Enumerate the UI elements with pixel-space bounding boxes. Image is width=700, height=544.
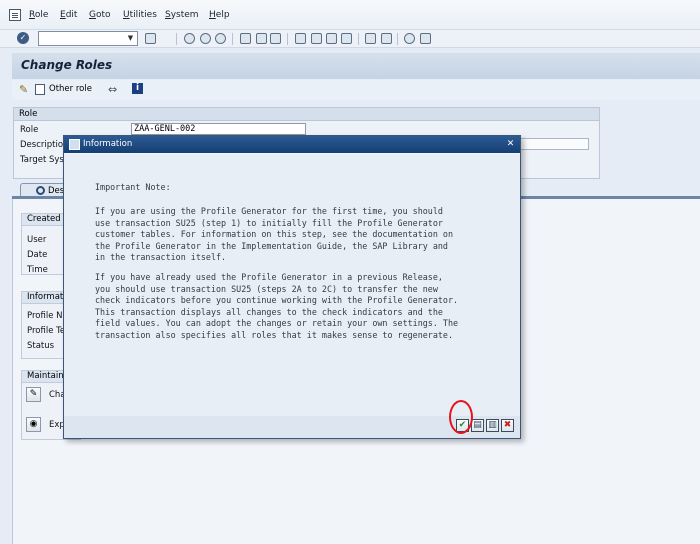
- cancel-button[interactable]: ✖: [501, 419, 514, 432]
- toolbar-divider: [232, 33, 233, 45]
- toolbar-divider: [287, 33, 288, 45]
- time-label: Time: [27, 265, 48, 275]
- search-icon: ◉: [29, 419, 38, 429]
- chevron-down-icon[interactable]: ▼: [125, 33, 136, 44]
- role-label: Role: [20, 125, 39, 135]
- find-button[interactable]: ▥: [486, 419, 499, 432]
- menu-help[interactable]: Help: [209, 10, 230, 20]
- previous-page-icon[interactable]: [311, 33, 322, 44]
- tab-description-label: Des: [48, 186, 65, 196]
- menu-bar: Role Edit Goto Utilities System Help: [0, 0, 700, 30]
- information-dialog: Information ✕ Important Note: If you are…: [63, 135, 521, 439]
- application-toolbar: ✎ Other role ⇔ i: [12, 80, 700, 100]
- pencil-icon: ✎: [29, 389, 38, 399]
- other-role-button[interactable]: Other role: [49, 84, 92, 94]
- info-icon[interactable]: i: [132, 83, 143, 94]
- menu-utilities[interactable]: Utilities: [123, 10, 157, 20]
- pencil-icon[interactable]: ✎: [19, 84, 31, 96]
- layout-icon[interactable]: [420, 33, 431, 44]
- dialog-body: Important Note: If you are using the Pro…: [64, 154, 520, 416]
- new-session-icon[interactable]: [365, 33, 376, 44]
- menu-role[interactable]: Role: [29, 10, 48, 20]
- document-button[interactable]: ▤: [471, 419, 484, 432]
- other-role-icon[interactable]: [35, 84, 45, 95]
- last-page-icon[interactable]: [341, 33, 352, 44]
- page-title: Change Roles: [21, 58, 113, 72]
- exit-icon[interactable]: [184, 33, 195, 44]
- menu-goto[interactable]: Goto: [89, 10, 111, 20]
- move-icon[interactable]: ⇔: [108, 83, 117, 96]
- dialog-titlebar: Information ✕: [64, 136, 520, 153]
- first-page-icon[interactable]: [295, 33, 306, 44]
- next-page-icon[interactable]: [326, 33, 337, 44]
- toolbar-divider: [176, 33, 177, 45]
- find-next-icon[interactable]: [270, 33, 281, 44]
- find-icon[interactable]: [256, 33, 267, 44]
- dialog-title: Information: [83, 139, 133, 149]
- window-icon: [69, 139, 80, 150]
- status-label: Status: [27, 341, 55, 351]
- shortcut-icon[interactable]: [381, 33, 392, 44]
- cancel-icon[interactable]: [200, 33, 211, 44]
- toolbar-divider: [358, 33, 359, 45]
- cancel-icon[interactable]: [215, 33, 226, 44]
- dialog-paragraph-2: If you have already used the Profile Gen…: [95, 272, 459, 340]
- menu-system[interactable]: System: [165, 10, 199, 20]
- system-toolbar: ✓ ▼: [0, 30, 700, 48]
- role-section-header: Role: [14, 108, 599, 121]
- toolbar-divider: [397, 33, 398, 45]
- magnifier-icon: [36, 186, 45, 195]
- red-circle-annotation: [449, 400, 473, 434]
- menu-edit[interactable]: Edit: [60, 10, 77, 20]
- close-icon[interactable]: ✕: [505, 139, 516, 150]
- role-field[interactable]: ZAA-GENL-002: [131, 123, 306, 135]
- target-system-label: Target Syst: [20, 155, 68, 165]
- dialog-paragraph-1: If you are using the Profile Generator f…: [95, 206, 453, 263]
- help-icon[interactable]: [404, 33, 415, 44]
- print-icon[interactable]: [240, 33, 251, 44]
- date-label: Date: [27, 250, 48, 260]
- dialog-heading: Important Note:: [95, 182, 171, 192]
- back-icon[interactable]: [145, 33, 156, 44]
- enter-icon[interactable]: ✓: [17, 32, 29, 44]
- title-bar: Change Roles: [12, 53, 700, 79]
- command-field[interactable]: ▼: [38, 31, 138, 46]
- user-label: User: [27, 235, 47, 245]
- system-menu-icon[interactable]: [9, 9, 21, 21]
- description-label: Description: [20, 140, 69, 150]
- change-authorization-button[interactable]: ✎: [26, 387, 41, 402]
- expert-mode-button[interactable]: ◉: [26, 417, 41, 432]
